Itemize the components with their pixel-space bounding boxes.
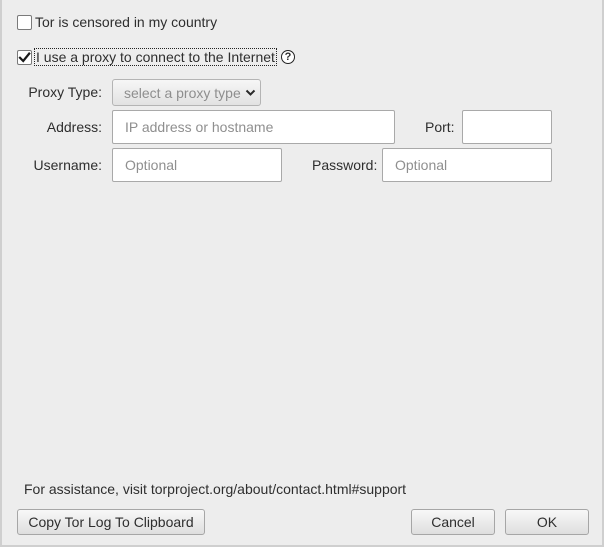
- cancel-button[interactable]: Cancel: [411, 509, 495, 535]
- ok-button[interactable]: OK: [505, 509, 589, 535]
- username-label: Username:: [33, 157, 102, 173]
- proxy-option[interactable]: I use a proxy to connect to the Internet…: [17, 48, 295, 66]
- tor-network-settings-dialog: Tor is censored in my country I use a pr…: [0, 0, 604, 547]
- checkmark-icon: [18, 51, 31, 63]
- proxy-checkbox-label[interactable]: I use a proxy to connect to the Internet: [34, 48, 277, 66]
- proxy-type-label: Proxy Type:: [28, 84, 102, 100]
- question-circle-icon[interactable]: ?: [280, 50, 295, 64]
- proxy-checkbox[interactable]: [17, 49, 32, 65]
- password-input[interactable]: [382, 148, 552, 182]
- censored-checkbox[interactable]: [17, 14, 32, 30]
- proxy-type-value: select a proxy type: [124, 84, 241, 101]
- username-input[interactable]: [112, 148, 282, 182]
- copy-tor-log-button[interactable]: Copy Tor Log To Clipboard: [17, 509, 205, 535]
- assistance-text: For assistance, visit torproject.org/abo…: [24, 481, 407, 497]
- address-label: Address:: [46, 119, 102, 135]
- port-input[interactable]: [462, 110, 552, 144]
- password-label: Password:: [312, 157, 378, 173]
- port-label: Port:: [425, 119, 455, 135]
- chevron-down-icon: [245, 89, 256, 97]
- proxy-type-dropdown[interactable]: select a proxy type: [112, 79, 261, 106]
- censored-option[interactable]: Tor is censored in my country: [17, 13, 217, 31]
- censored-checkbox-label[interactable]: Tor is censored in my country: [35, 14, 217, 30]
- address-input[interactable]: [112, 110, 395, 144]
